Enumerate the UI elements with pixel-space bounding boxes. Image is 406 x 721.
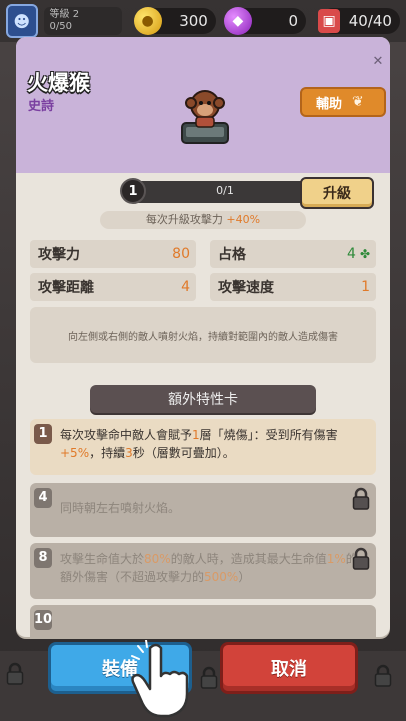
stat-label: 攻擊力	[38, 247, 80, 263]
upgrade-button[interactable]: 升級	[300, 177, 374, 209]
role-badge: 輔助 ❦	[300, 87, 386, 117]
trait-level-badge: 10	[34, 610, 52, 630]
lock-icon	[6, 662, 24, 685]
energy-value: 40/40	[348, 12, 392, 30]
close-icon[interactable]: ✕	[372, 55, 384, 68]
gem-counter[interactable]: ◆ 0	[223, 7, 307, 35]
energy-counter[interactable]: ▣ 40/40	[318, 8, 400, 34]
upgrade-info-value: +40%	[226, 213, 261, 226]
trait-card-10[interactable]: 10	[30, 605, 376, 637]
monster-detail-modal: 火爆猴 史詩 ✕ 輔助 ❦ 1 0/1 升級 每次升級攻擊力 +40% 攻擊力 …	[16, 37, 390, 637]
coin-counter: ● 300	[133, 7, 216, 35]
stat-label: 占格	[218, 247, 246, 263]
trait-text: ，持續	[89, 446, 126, 460]
avatar-icon: ☻	[13, 11, 31, 31]
traits-header: 額外特性卡	[90, 385, 316, 413]
stat-attack: 攻擊力 80	[30, 240, 196, 268]
upgrade-info: 每次升級攻擊力 +40%	[100, 211, 306, 229]
skill-description: 向左側或右側的敵人噴射火焰，持續對範圍內的敵人造成傷害	[30, 307, 376, 363]
trait-highlight: 80%	[144, 552, 171, 566]
coin-value: 300	[179, 12, 208, 30]
monkey-portrait-icon	[181, 90, 229, 144]
clover-icon: ✤	[359, 247, 370, 261]
energy-icon: ▣	[318, 9, 341, 33]
trait-text: 秒（層數可疊加）。	[132, 446, 235, 460]
trait-card-1[interactable]: 1 每次攻擊命中敵人會賦予1層「燒傷」：受到所有傷害+5%，持續3秒（層數可疊加…	[30, 419, 376, 475]
stat-slots: 占格 4 ✤	[210, 240, 376, 268]
stat-range: 攻擊距離 4	[30, 273, 196, 301]
lock-icon	[352, 487, 370, 510]
trait-text: 同時朝左右噴射火焰。	[60, 501, 181, 515]
trait-highlight: +5%	[60, 446, 90, 460]
gem-icon: ◆	[223, 7, 252, 35]
trait-highlight: 1	[192, 428, 200, 442]
trait-card-8[interactable]: 8 攻擊生命值大於80%的敵人時，造成其最大生命值1%的額外傷害（不超過攻擊力的…	[30, 543, 376, 599]
monster-rarity: 史詩	[28, 99, 55, 114]
level-progress: 0/50	[49, 21, 72, 32]
top-bar: ☻ 等級 2 0/50 ● 300 ◆ 0 ▣ 40/40	[0, 0, 406, 42]
lock-icon	[200, 666, 218, 689]
trait-text: 層「燒傷」：受到所有傷害	[199, 428, 338, 442]
upgrade-progress-text: 0/1	[216, 184, 234, 197]
trait-highlight: 3	[125, 446, 133, 460]
lock-icon	[374, 664, 392, 687]
trait-highlight: 500%	[204, 570, 239, 584]
lock-icon	[352, 547, 370, 570]
wings-icon: ❦	[352, 94, 364, 110]
trait-level-badge: 4	[34, 488, 52, 508]
stat-speed: 攻擊速度 1	[210, 273, 376, 301]
stat-value: 80	[172, 246, 190, 262]
stat-value: 4	[181, 279, 190, 295]
cancel-button[interactable]: 取消	[220, 642, 358, 694]
level-label: 等級 2	[49, 9, 80, 20]
trait-text: 攻擊生命值大於	[60, 552, 145, 566]
upgrade-progress-bar: 1 0/1	[120, 178, 326, 204]
coin-icon: ●	[133, 7, 162, 35]
trait-level-badge: 1	[34, 424, 52, 444]
trait-level-badge: 8	[34, 548, 52, 568]
monster-name: 火爆猴	[27, 71, 90, 95]
player-level-box: 等級 2 0/50	[43, 7, 122, 35]
trait-highlight: 1%	[326, 552, 346, 566]
upgrade-info-text: 每次升級攻擊力	[145, 213, 227, 226]
trait-text: 每次攻擊命中敵人會賦予	[60, 428, 193, 442]
trait-text: ）	[238, 570, 251, 584]
trait-card-4[interactable]: 4 同時朝左右噴射火焰。	[30, 483, 376, 537]
trait-text: 的敵人時，造成其最大生命值	[170, 552, 327, 566]
tutorial-hand-pointer-icon	[131, 640, 189, 718]
gem-value: 0	[288, 12, 299, 30]
player-avatar[interactable]: ☻	[6, 4, 38, 38]
stat-label: 攻擊距離	[38, 280, 94, 296]
stat-value: 1	[361, 279, 370, 295]
stat-value: 4	[347, 246, 356, 262]
role-label: 輔助	[316, 96, 343, 112]
stat-label: 攻擊速度	[218, 280, 274, 296]
